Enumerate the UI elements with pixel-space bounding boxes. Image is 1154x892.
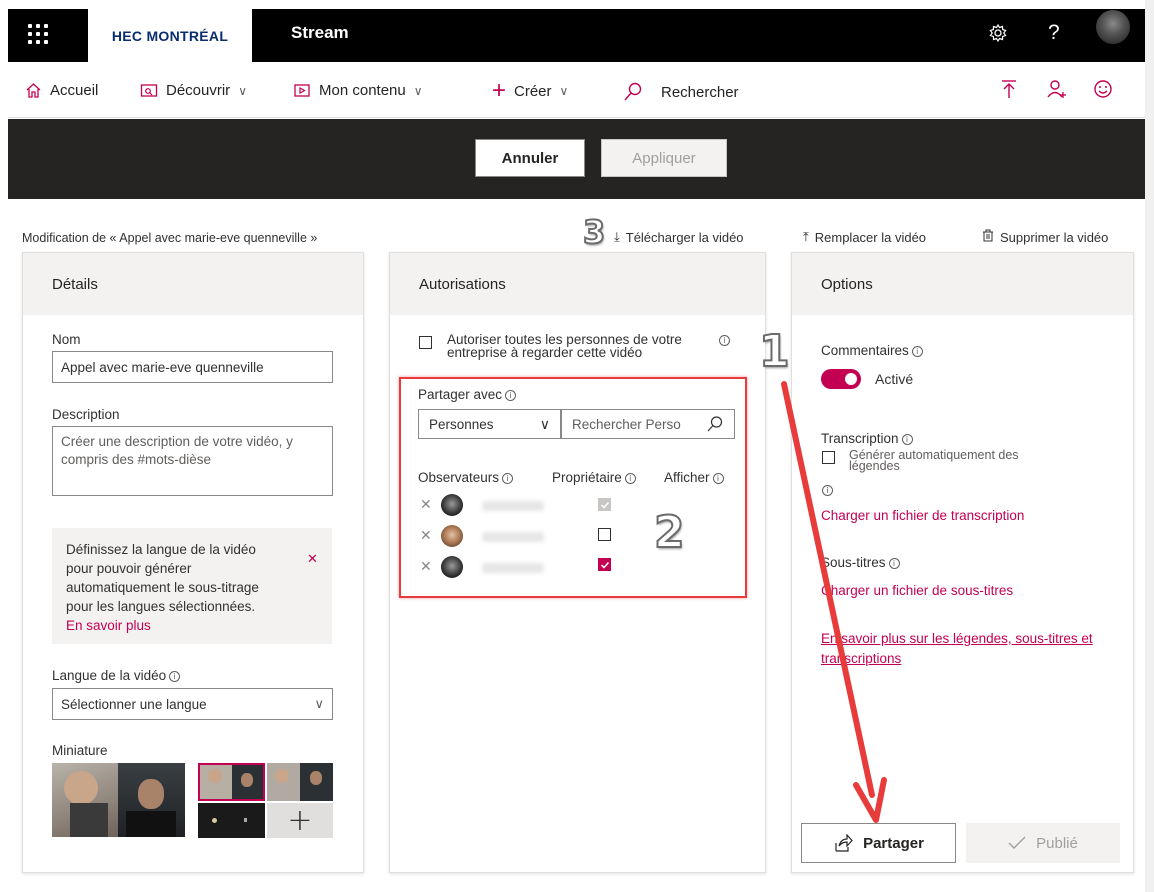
breadcrumb: Modification de « Appel avec marie-eve q… bbox=[22, 231, 318, 245]
smiley-feedback-icon[interactable] bbox=[1093, 79, 1113, 104]
scrollbar[interactable] bbox=[1145, 0, 1154, 892]
description-label: Description bbox=[52, 407, 120, 422]
share-button-label: Partager bbox=[863, 834, 924, 852]
nav-search-label: Rechercher bbox=[661, 83, 739, 101]
info-icon: i bbox=[169, 670, 181, 682]
nav-discover[interactable]: Découvrir ∨ bbox=[140, 82, 247, 99]
language-label: Langue de la vidéo i bbox=[52, 668, 181, 683]
chevron-down-icon: ∨ bbox=[559, 84, 569, 98]
nav-create-label: Créer bbox=[514, 82, 552, 100]
chevron-down-icon: ∨ bbox=[238, 83, 247, 98]
name-input[interactable] bbox=[52, 351, 333, 383]
info-icon: i bbox=[888, 557, 900, 569]
chevron-down-icon: ∨ bbox=[314, 696, 324, 711]
language-tip-box: Définissez la langue de la vidéo pour po… bbox=[52, 528, 332, 644]
name-label: Nom bbox=[52, 332, 81, 347]
options-title: Options bbox=[792, 253, 1133, 315]
comments-label: Commentaires i bbox=[821, 343, 923, 358]
published-button: Publié bbox=[966, 823, 1120, 863]
upload-icon[interactable] bbox=[1000, 79, 1018, 104]
download-video-label: Télécharger la vidéo bbox=[625, 229, 744, 245]
thumbnail-option-large[interactable] bbox=[52, 763, 185, 837]
close-icon[interactable]: ✕ bbox=[307, 552, 318, 567]
delete-video-label: Supprimer la vidéo bbox=[1000, 229, 1109, 245]
plus-icon: + bbox=[287, 803, 313, 838]
chevron-down-icon: ∨ bbox=[413, 83, 423, 98]
apply-button[interactable]: Appliquer bbox=[601, 139, 727, 177]
download-icon: ⤓ bbox=[614, 229, 620, 244]
language-select-value: Sélectionner une langue bbox=[61, 696, 207, 712]
brand-logo[interactable]: HEC MONTRÉAL bbox=[88, 9, 252, 62]
annotation-number-3: 3 bbox=[582, 212, 606, 252]
stream-window: HEC MONTRÉAL Stream ? Accueil Découvrir … bbox=[0, 0, 1154, 892]
share-icon bbox=[835, 834, 853, 852]
learn-more-link[interactable]: En savoir plus bbox=[66, 618, 151, 633]
nav-search[interactable]: Rechercher bbox=[623, 82, 739, 102]
annotation-highlight-box bbox=[399, 377, 747, 598]
home-icon bbox=[26, 83, 41, 98]
info-icon: i bbox=[901, 433, 913, 445]
thumbnail-option-selected[interactable] bbox=[198, 763, 265, 801]
language-select[interactable]: Sélectionner une langue ∨ bbox=[52, 688, 333, 720]
thumbnail-option[interactable] bbox=[267, 763, 333, 801]
plus-icon: + bbox=[492, 77, 507, 104]
permissions-title: Autorisations bbox=[390, 253, 765, 315]
info-icon: i bbox=[911, 345, 923, 357]
replace-video-label: Remplacer la vidéo bbox=[814, 229, 927, 245]
checkmark-icon bbox=[1008, 836, 1026, 849]
download-video-link[interactable]: ⤓ Télécharger la vidéo bbox=[614, 229, 744, 245]
tip-text: Définissez la langue de la vidéo pour po… bbox=[66, 542, 259, 614]
nav-my-content-label: Mon contenu bbox=[319, 82, 406, 99]
annotation-arrow bbox=[781, 381, 887, 823]
add-thumbnail-button[interactable]: + bbox=[267, 803, 333, 838]
thumbnail-label: Miniature bbox=[52, 743, 108, 758]
app-launcher-icon[interactable] bbox=[28, 24, 48, 44]
app-name[interactable]: Stream bbox=[291, 23, 349, 43]
trash-icon bbox=[982, 229, 994, 245]
nav-discover-label: Découvrir bbox=[166, 82, 231, 99]
top-bar: HEC MONTRÉAL Stream ? bbox=[8, 9, 1145, 62]
nav-create[interactable]: + Créer ∨ bbox=[492, 77, 569, 104]
settings-gear-icon[interactable] bbox=[988, 23, 1008, 48]
discover-icon bbox=[140, 83, 158, 97]
nav-home-label: Accueil bbox=[50, 82, 99, 99]
add-person-icon[interactable] bbox=[1046, 79, 1068, 104]
upload-icon: ⤒ bbox=[803, 229, 809, 244]
allow-all-checkbox[interactable] bbox=[419, 336, 432, 349]
delete-video-link[interactable]: Supprimer la vidéo bbox=[982, 229, 1108, 245]
annotation-number-1: 1 bbox=[758, 325, 791, 378]
nav-my-content[interactable]: Mon contenu ∨ bbox=[293, 82, 423, 99]
video-icon bbox=[294, 83, 310, 97]
info-icon: i bbox=[719, 335, 730, 346]
user-avatar[interactable] bbox=[1096, 10, 1130, 44]
annotation-number-2: 2 bbox=[653, 506, 686, 559]
replace-video-link[interactable]: ⤒ Remplacer la vidéo bbox=[803, 229, 926, 245]
help-icon[interactable]: ? bbox=[1048, 21, 1060, 45]
cancel-button[interactable]: Annuler bbox=[475, 139, 585, 177]
search-icon bbox=[624, 82, 642, 101]
nav-home[interactable]: Accueil bbox=[25, 82, 98, 99]
published-button-label: Publié bbox=[1036, 834, 1078, 852]
nav-bar: Accueil Découvrir ∨ Mon contenu ∨ + Crée… bbox=[8, 62, 1145, 118]
thumbnail-option-dark[interactable] bbox=[198, 803, 265, 838]
allow-all-label: Autoriser toutes les personnes de votre … bbox=[447, 332, 682, 360]
description-textarea[interactable]: Créer une description de votre vidéo, y … bbox=[52, 426, 333, 496]
details-title: Détails bbox=[23, 253, 363, 315]
